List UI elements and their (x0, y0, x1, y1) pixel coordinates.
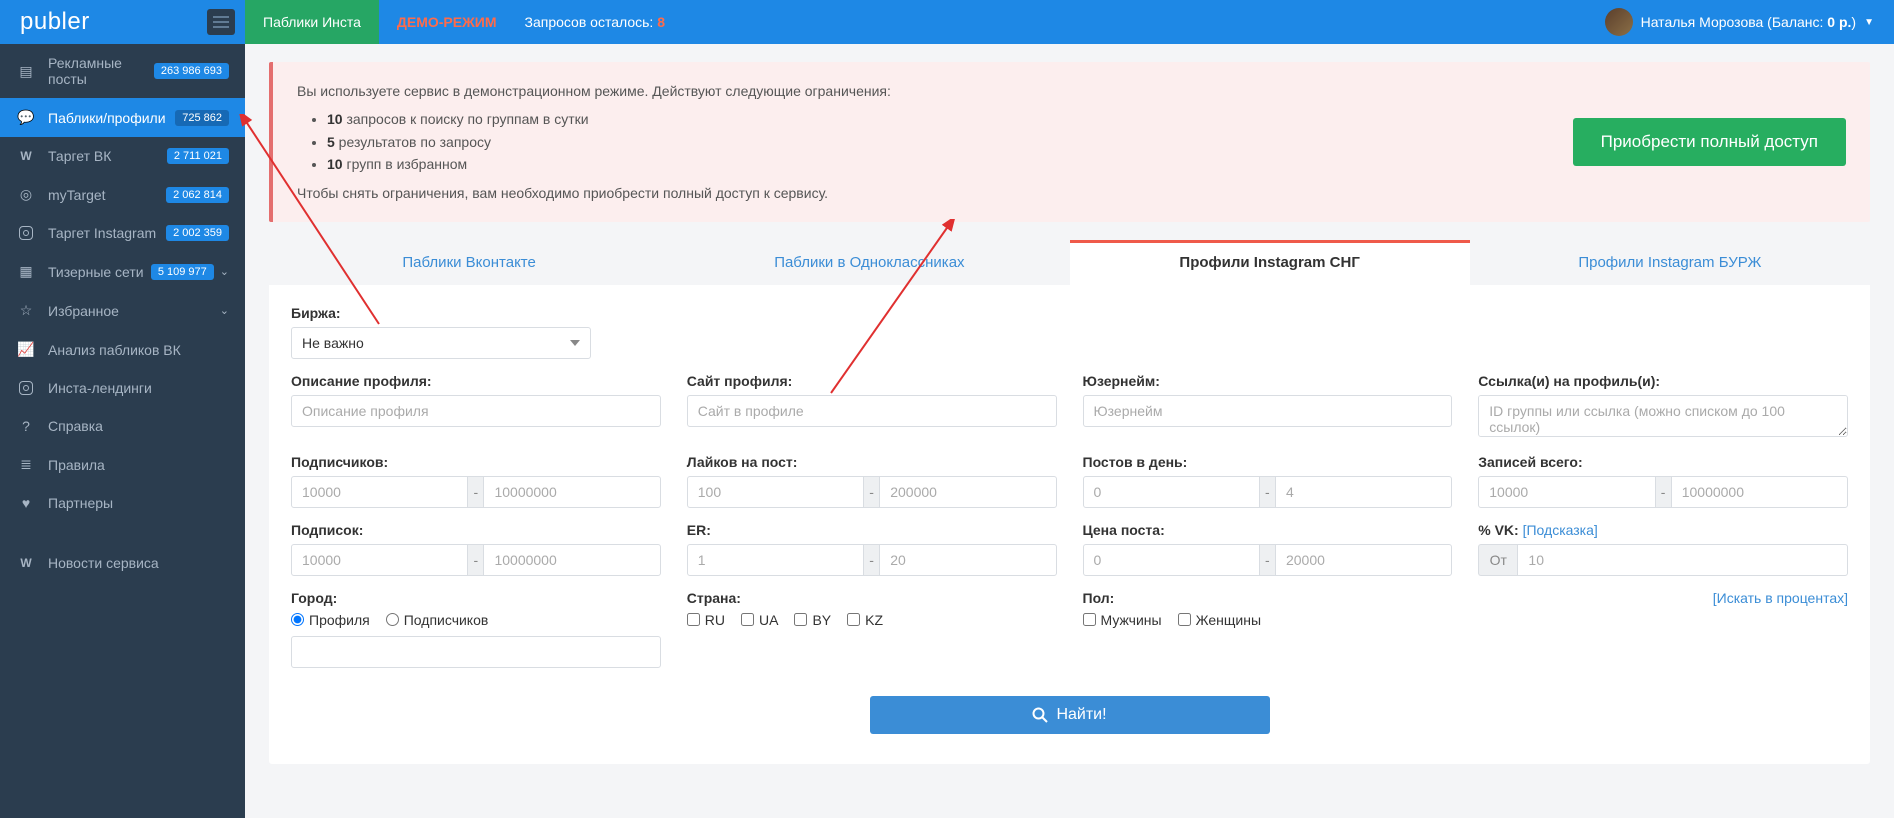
sidebar-item-8[interactable]: Инста-лендинги (0, 369, 245, 407)
logo[interactable]: publer (20, 8, 90, 36)
country-kz[interactable]: KZ (847, 612, 883, 628)
username-input[interactable] (1083, 395, 1453, 427)
demo-banner: Вы используете сервис в демонстрационном… (269, 62, 1870, 222)
queries-left: Запросов осталось:8 (525, 14, 666, 30)
sidebar-icon: ♥ (16, 495, 36, 511)
city-radio-profile[interactable]: Профиля (291, 612, 370, 628)
follows-to[interactable] (483, 544, 660, 576)
likes-to[interactable] (879, 476, 1056, 508)
sidebar-item-3[interactable]: ◎myTarget2 062 814 (0, 175, 245, 214)
buy-full-access-button[interactable]: Приобрести полный доступ (1573, 118, 1846, 166)
menu-toggle[interactable] (207, 9, 235, 35)
sex-female[interactable]: Женщины (1178, 612, 1261, 628)
ppd-from[interactable] (1083, 476, 1260, 508)
city-input[interactable] (291, 636, 661, 668)
count-badge: 5 109 977 (151, 264, 214, 280)
follows-from[interactable] (291, 544, 468, 576)
sidebar-icon: 📈 (16, 341, 36, 358)
sidebar-item-1[interactable]: 💬Паблики/профили725 862 (0, 98, 245, 137)
total-from[interactable] (1478, 476, 1655, 508)
sidebar-item-6[interactable]: ☆Избранное⌄ (0, 291, 245, 330)
vk-percent-input[interactable] (1517, 544, 1848, 576)
chevron-down-icon: ⌄ (220, 265, 229, 278)
sidebar-icon: ▦ (16, 263, 36, 280)
tab-insta-sng[interactable]: Профили Instagram СНГ (1070, 240, 1470, 285)
birzha-select[interactable]: Не важно (291, 327, 591, 359)
sidebar-icon: ◎ (16, 186, 36, 203)
sidebar-item-11[interactable]: ♥Партнеры (0, 484, 245, 522)
sidebar-item-9[interactable]: ?Справка (0, 407, 245, 445)
search-percents-link[interactable]: [Искать в процентах] (1713, 590, 1848, 606)
likes-from[interactable] (687, 476, 864, 508)
sidebar-item-5[interactable]: ▦Тизерные сети5 109 977⌄ (0, 252, 245, 291)
count-badge: 2 062 814 (166, 187, 229, 203)
sidebar-item-4[interactable]: Таргет Instagram2 002 359 (0, 214, 245, 252)
chevron-down-icon: ⌄ (220, 304, 229, 317)
subs-from[interactable] (291, 476, 468, 508)
desc-input[interactable] (291, 395, 661, 427)
count-badge: 2 002 359 (166, 225, 229, 241)
sidebar-item-0[interactable]: ▤Рекламные посты263 986 693 (0, 44, 245, 98)
count-badge: 725 862 (175, 110, 229, 126)
ppd-to[interactable] (1275, 476, 1452, 508)
sidebar-item-10[interactable]: ≣Правила (0, 445, 245, 484)
price-from[interactable] (1083, 544, 1260, 576)
country-ru[interactable]: RU (687, 612, 725, 628)
sidebar-icon: ☆ (16, 302, 36, 319)
er-from[interactable] (687, 544, 864, 576)
sidebar-icon: ≣ (16, 456, 36, 473)
topnav-publics[interactable]: Паблики Инста (245, 0, 379, 44)
sidebar-icon: 💬 (16, 109, 36, 126)
avatar (1605, 8, 1633, 36)
label-birzha: Биржа: (291, 305, 591, 321)
total-to[interactable] (1671, 476, 1848, 508)
country-by[interactable]: BY (794, 612, 831, 628)
topnav-demo: ДЕМО-РЕЖИМ (379, 0, 515, 44)
subs-to[interactable] (483, 476, 660, 508)
sidebar-icon: ▤ (16, 63, 36, 80)
chevron-down-icon: ▼ (1864, 17, 1874, 28)
search-icon (1032, 707, 1048, 723)
tab-insta-burzh[interactable]: Профили Instagram БУРЖ (1470, 240, 1870, 285)
tab-vk[interactable]: Паблики Вконтакте (269, 240, 669, 285)
search-button[interactable]: Найти! (870, 696, 1270, 734)
vk-hint-link[interactable]: [Подсказка] (1523, 522, 1598, 538)
sex-male[interactable]: Мужчины (1083, 612, 1162, 628)
sidebar-icon (16, 226, 36, 240)
tab-ok[interactable]: Паблики в Одноклассниках (669, 240, 1069, 285)
sidebar-icon: W (16, 149, 36, 163)
sidebar-icon: W (16, 556, 36, 570)
price-to[interactable] (1275, 544, 1452, 576)
country-ua[interactable]: UA (741, 612, 778, 628)
sidebar-icon: ? (16, 418, 36, 434)
sidebar-icon (16, 381, 36, 395)
user-menu[interactable]: Наталья Морозова (Баланс: 0 р.) ▼ (1605, 8, 1894, 36)
sidebar-item-12[interactable]: WНовости сервиса (0, 544, 245, 582)
links-input[interactable] (1478, 395, 1848, 437)
site-input[interactable] (687, 395, 1057, 427)
count-badge: 263 986 693 (154, 63, 229, 79)
city-radio-subs[interactable]: Подписчиков (386, 612, 489, 628)
count-badge: 2 711 021 (167, 148, 229, 164)
er-to[interactable] (879, 544, 1056, 576)
sidebar-item-2[interactable]: WТаргет ВК2 711 021 (0, 137, 245, 175)
sidebar-item-7[interactable]: 📈Анализ пабликов ВК (0, 330, 245, 369)
